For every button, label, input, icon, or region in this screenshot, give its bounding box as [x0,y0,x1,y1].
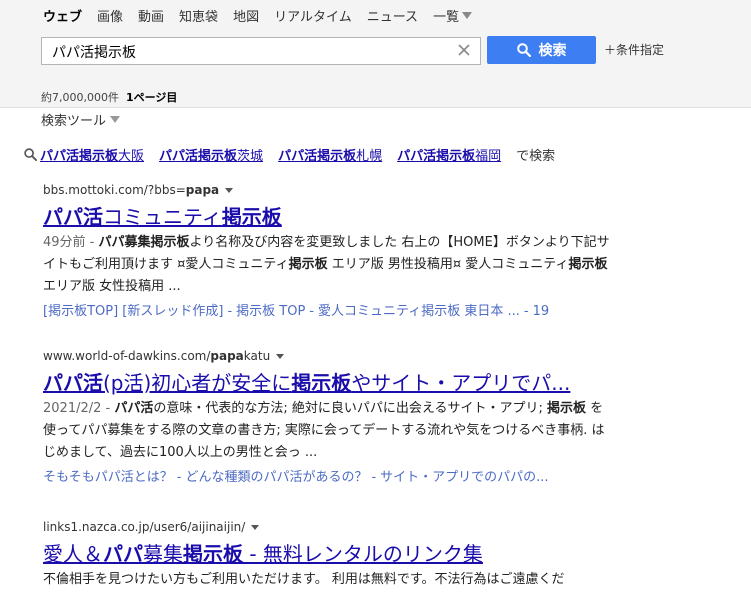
result-count: 約7,000,000件 1ページ目 [41,89,177,105]
search-icon [24,148,37,161]
sitelink[interactable]: どんな種類のパパ活があるの？ [185,470,367,485]
sitelink[interactable]: 19 [533,304,550,319]
search-input[interactable] [50,41,444,63]
result-title-link[interactable]: パパ活(p活)初心者が安全に掲示板やサイト・アプリでパ... [43,367,613,396]
nav-tab-4[interactable]: 地図 [233,6,259,25]
nav-tab-5[interactable]: リアルタイム [274,6,352,25]
sitelink[interactable]: 愛人コミュニティ掲示板 東日本 ... [318,304,520,319]
result-url: links1.nazca.co.jp/user6/aijinaijin/ [43,520,613,534]
clear-icon[interactable] [455,41,473,59]
result-count-value: 約7,000,000件 [41,91,119,104]
search-button-label: 検索 [538,43,567,59]
related-search-link[interactable]: パパ活掲示板大阪 [40,145,144,164]
result-url: bbs.mottoki.com/?bbs=papa [43,183,613,197]
result-snippet: 不倫相手を見つけたい方もご利用いただけます。 利用は無料です。不法行為はご遠慮く… [43,572,565,587]
nav-more-menu[interactable]: 一覧 [433,6,473,25]
result-url: www.world-of-dawkins.com/papakatu [43,349,613,363]
sitelink[interactable]: そもそもパパ活とは？ [43,470,173,485]
search-tools-toggle[interactable]: 検索ツール [41,110,121,129]
result-title-link[interactable]: 愛人＆パパ募集掲示板 - 無料レンタルのリンク集 [43,538,613,567]
related-search-link[interactable]: パパ活掲示板札幌 [278,145,382,164]
nav-more-label: 一覧 [433,10,460,25]
related-search-link[interactable]: パパ活掲示板茨城 [159,145,263,164]
chevron-down-icon [110,116,121,123]
sitelink[interactable]: サイト・アプリでのパパの... [380,470,548,485]
nav-tab-6[interactable]: ニュース [367,6,418,25]
search-result: www.world-of-dawkins.com/papakatu パパ活(p活)… [43,349,613,485]
nav-tab-0[interactable]: ウェブ [43,6,82,25]
related-suffix: で検索 [516,149,556,164]
search-button[interactable]: 検索 [487,36,596,64]
search-icon [516,43,531,57]
search-tools-label: 検索ツール [41,114,107,129]
chevron-down-icon [462,12,473,19]
sitelink[interactable]: [掲示板TOP] [新スレッド作成] [43,304,223,319]
result-snippet: 49分前 - パパ募集掲示板より名称及び内容を変更致しました 右上の【HOME】… [43,235,610,294]
caret-down-icon[interactable] [276,353,285,359]
search-result: links1.nazca.co.jp/user6/aijinaijin/愛人＆パ… [43,520,613,591]
result-snippet: 2021/2/2 - パパ活の意味・代表的な方法; 絶対に良いパパに出会えるサイ… [43,401,605,460]
nav-tab-1[interactable]: 画像 [97,6,123,25]
result-title-link[interactable]: パパ活コミュニティ掲示板 [43,201,613,230]
sitelink[interactable]: 掲示板 TOP [236,304,305,319]
search-result: bbs.mottoki.com/?bbs=papa パパ活コミュニティ掲示板 49分… [43,183,613,319]
result-sitelinks: [掲示板TOP] [新スレッド作成] - 掲示板 TOP - 愛人コミュニティ掲示板 東… [43,304,550,319]
search-box[interactable] [41,37,481,65]
result-sitelinks: そもそもパパ活とは？ - どんな種類のパパ活があるの？ - サイト・アプリでのパパの..… [43,470,549,485]
related-searches: パパ活掲示板大阪 パパ活掲示板茨城 パパ活掲示板札幌 パパ活掲示板福岡 で検索 [24,145,555,164]
caret-down-icon[interactable] [251,524,260,530]
nav-tab-2[interactable]: 動画 [138,6,164,25]
nav-tab-3[interactable]: 知恵袋 [179,6,218,25]
caret-down-icon[interactable] [225,187,234,193]
vertical-nav: ウェブ 画像 動画 知恵袋 地図 リアルタイム ニュース 一覧 [43,6,487,25]
search-conditions-link[interactable]: ＋条件指定 [604,41,664,58]
page-number: 1ページ目 [125,91,178,104]
related-search-link[interactable]: パパ活掲示板福岡 [397,145,501,164]
search-header: ウェブ画像動画知恵袋地図リアルタイムニュース一覧 検索 ＋条件指定 約7,000… [0,0,751,108]
